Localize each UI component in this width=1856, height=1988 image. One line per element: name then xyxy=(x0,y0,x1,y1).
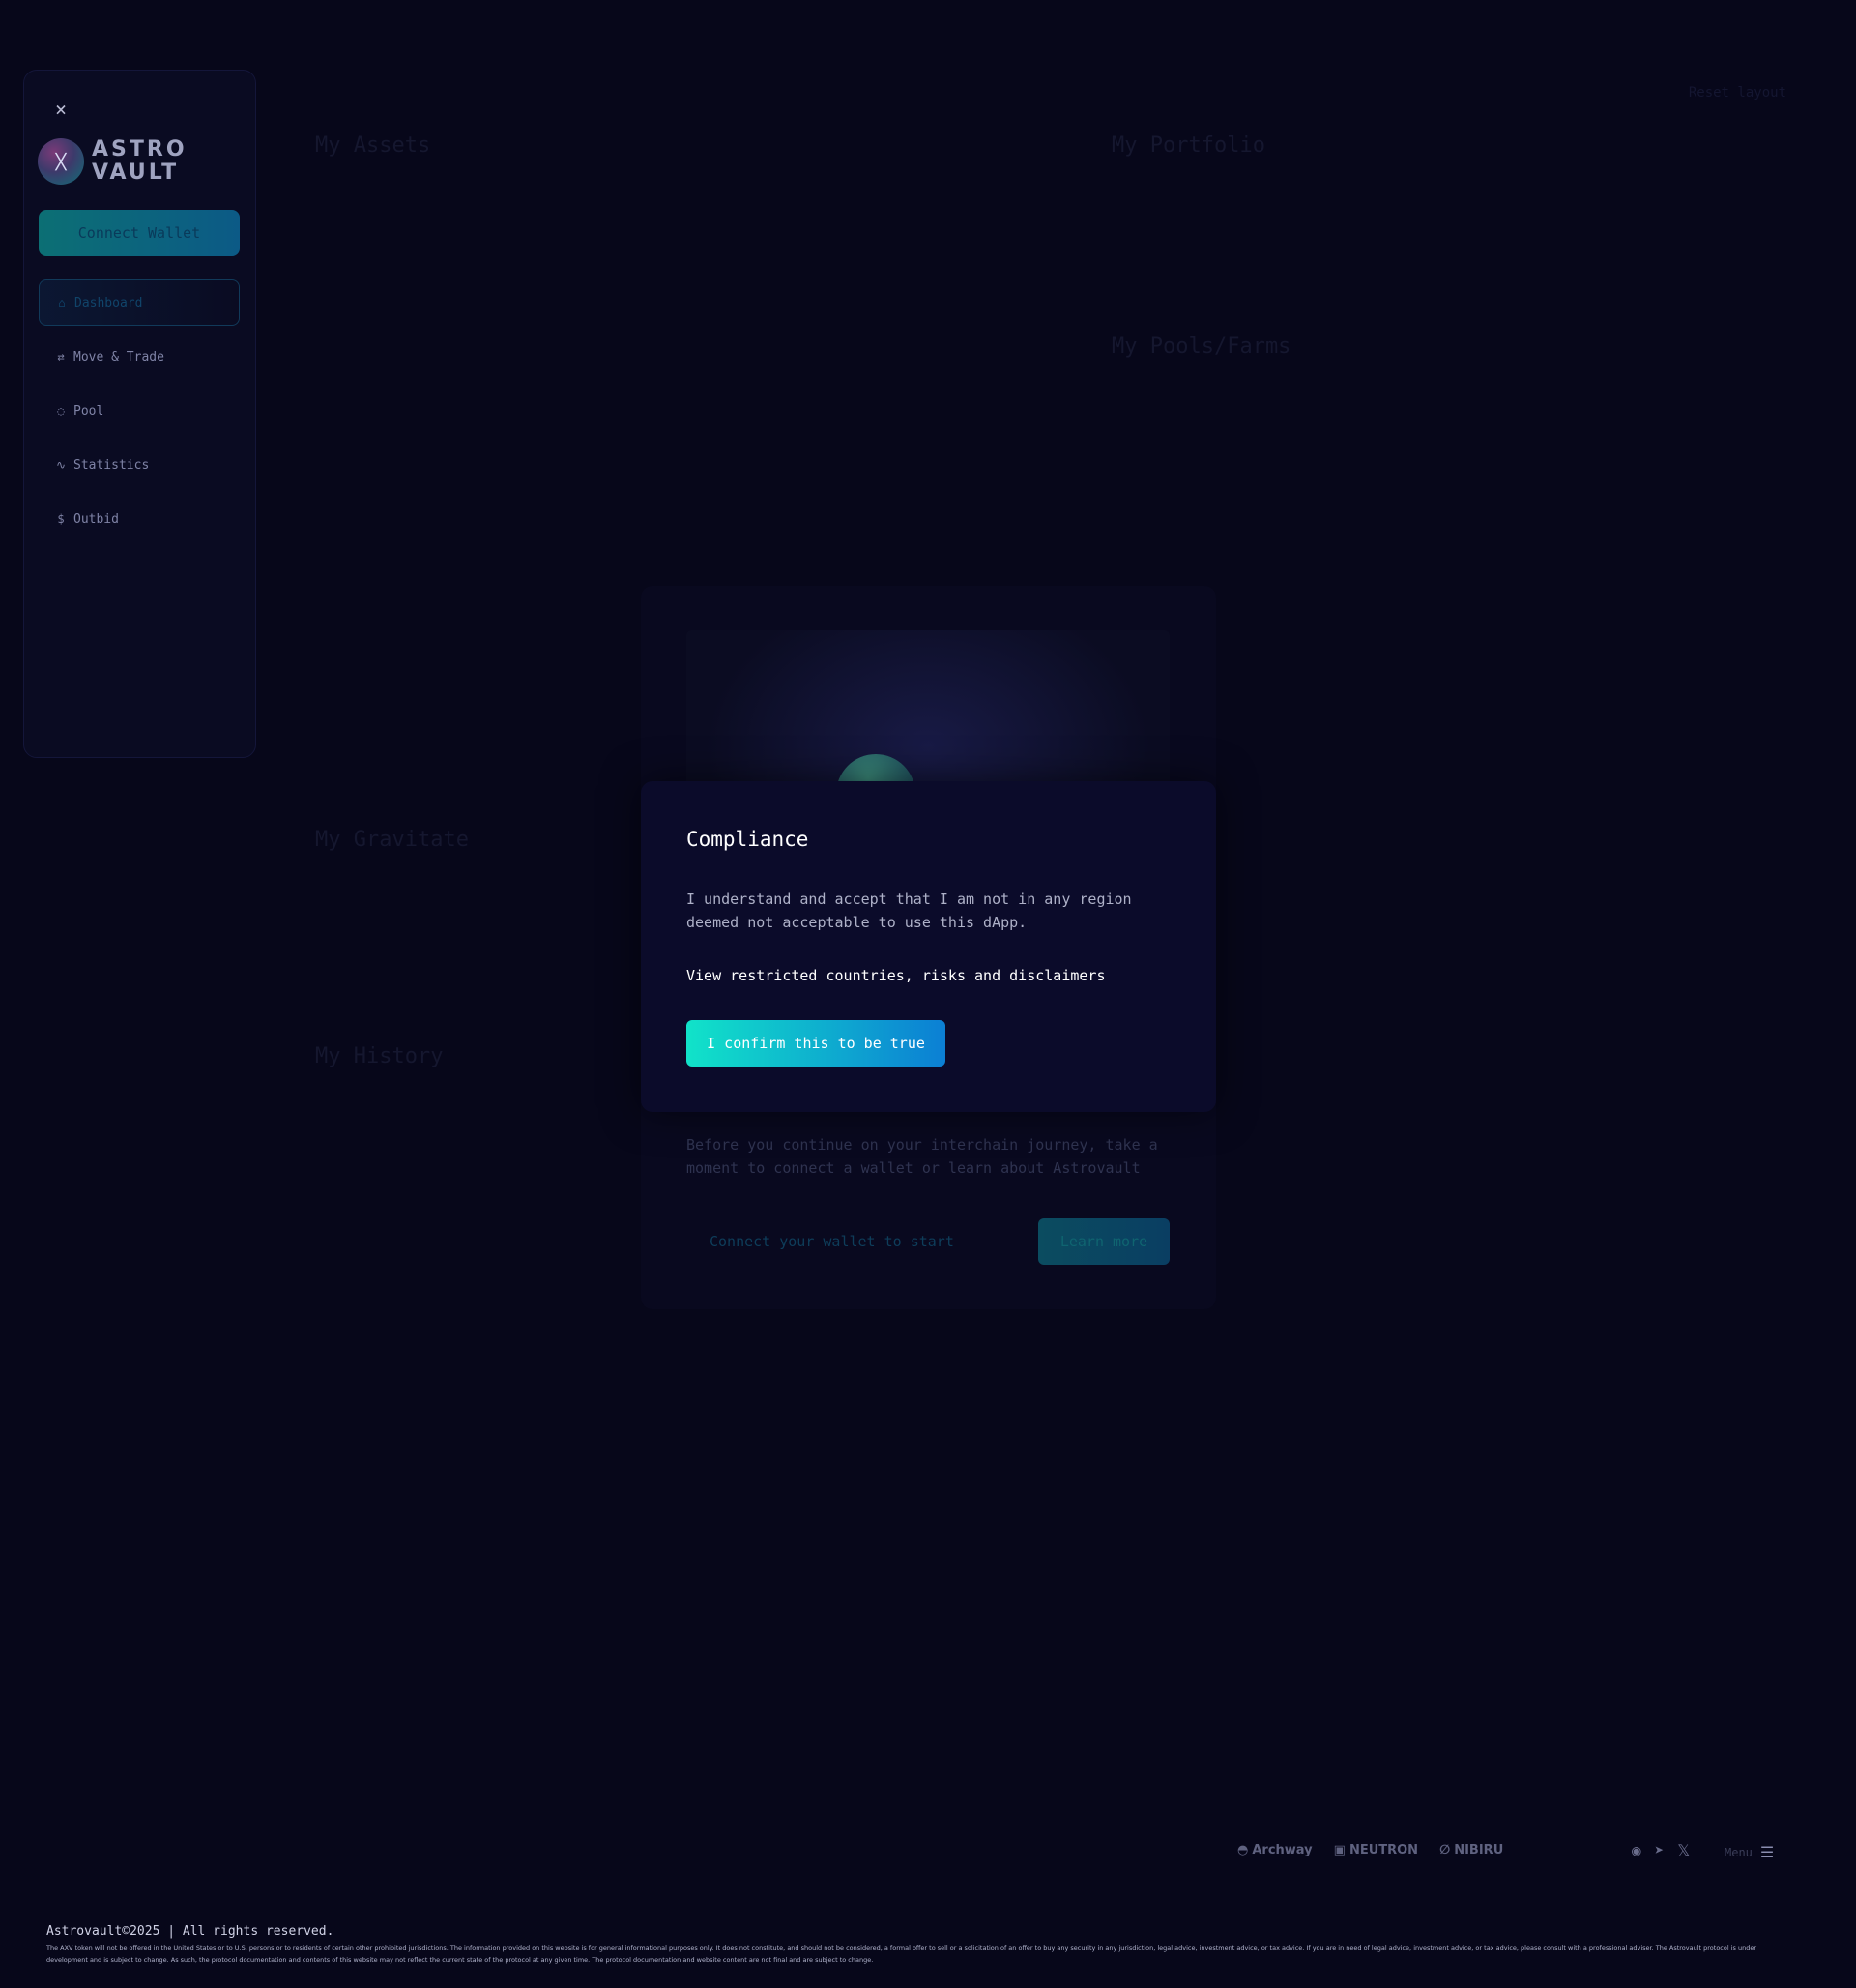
learn-more-button[interactable]: Learn more xyxy=(1038,1218,1170,1265)
menu-label: Menu xyxy=(1725,1845,1753,1859)
logo[interactable]: ᚷ ASTRO VAULT xyxy=(38,138,188,185)
sidebar-item-label: Statistics xyxy=(73,457,150,473)
restricted-countries-link[interactable]: View restricted countries, risks and dis… xyxy=(686,967,1105,984)
close-icon[interactable]: × xyxy=(55,100,67,119)
app-page: Reset layout My Assets My Portfolio My P… xyxy=(0,0,1856,1988)
social-links: ◉ ➤ 𝕏 xyxy=(1632,1841,1690,1859)
my-pools-farms-title: My Pools/Farms xyxy=(1112,335,1291,359)
logo-line-2: VAULT xyxy=(92,161,180,185)
archway-logo[interactable]: ◓ Archway xyxy=(1237,1843,1313,1857)
sidebar-item-outbid[interactable]: $ Outbid xyxy=(39,496,240,542)
my-portfolio-title: My Portfolio xyxy=(1112,133,1265,158)
nibiru-logo[interactable]: ∅ NIBIRU xyxy=(1439,1843,1503,1857)
modal-title: Compliance xyxy=(686,828,809,851)
my-assets-title: My Assets xyxy=(315,133,431,158)
sidebar-item-label: Outbid xyxy=(73,512,119,527)
confirm-button[interactable]: I confirm this to be true xyxy=(686,1020,945,1067)
x-icon[interactable]: 𝕏 xyxy=(1677,1841,1690,1859)
nibiru-icon: ∅ xyxy=(1439,1843,1451,1857)
neutron-logo[interactable]: ▣ NEUTRON xyxy=(1334,1843,1418,1857)
swap-icon: ⇄ xyxy=(57,350,65,364)
modal-body: I understand and accept that I am not in… xyxy=(686,891,1132,931)
neutron-icon: ▣ xyxy=(1333,1843,1346,1857)
footer-copyright: Astrovault©2025 | All rights reserved. xyxy=(46,1924,334,1939)
activity-icon: ∿ xyxy=(55,458,67,472)
connect-wallet-link[interactable]: Connect your wallet to start xyxy=(686,1218,954,1265)
logo-line-1: ASTRO xyxy=(92,137,188,161)
logo-wordmark: ASTRO VAULT xyxy=(92,138,188,185)
menu-button[interactable]: Menu ☰ xyxy=(1725,1843,1774,1861)
hamburger-icon: ☰ xyxy=(1759,1843,1775,1861)
discord-icon[interactable]: ◉ xyxy=(1632,1841,1641,1859)
sidebar-item-label: Dashboard xyxy=(74,295,143,310)
home-icon: ⌂ xyxy=(58,296,66,309)
footer-disclaimer: The AXV token will not be offered in the… xyxy=(46,1944,1757,1964)
sidebar-item-label: Pool xyxy=(73,403,104,419)
sidebar: × ᚷ ASTRO VAULT Connect Wallet ⌂ Dashboa… xyxy=(23,70,256,758)
drop-icon: ◌ xyxy=(57,404,65,418)
sidebar-item-label: Move & Trade xyxy=(73,349,164,365)
compliance-modal: Compliance I understand and accept that … xyxy=(641,781,1216,1112)
telegram-icon[interactable]: ➤ xyxy=(1655,1841,1665,1859)
dollar-icon: $ xyxy=(57,512,65,526)
partner-logos: ◓ Archway ▣ NEUTRON ∅ NIBIRU xyxy=(1237,1843,1503,1857)
sidebar-item-dashboard[interactable]: ⌂ Dashboard xyxy=(39,279,240,326)
archway-icon: ◓ xyxy=(1237,1843,1249,1857)
my-gravitate-title: My Gravitate xyxy=(315,828,469,852)
my-history-title: My History xyxy=(315,1044,444,1068)
sidebar-item-move-trade[interactable]: ⇄ Move & Trade xyxy=(39,334,240,380)
sidebar-item-pool[interactable]: ◌ Pool xyxy=(39,388,240,434)
sidebar-nav: ⌂ Dashboard ⇄ Move & Trade ◌ Pool ∿ Stat… xyxy=(39,279,240,550)
sidebar-item-statistics[interactable]: ∿ Statistics xyxy=(39,442,240,488)
reset-layout-button[interactable]: Reset layout xyxy=(1689,85,1786,101)
logo-mark-icon: ᚷ xyxy=(38,138,84,185)
welcome-text: Before you continue on your interchain j… xyxy=(686,1136,1158,1177)
connect-wallet-button[interactable]: Connect Wallet xyxy=(39,210,240,256)
